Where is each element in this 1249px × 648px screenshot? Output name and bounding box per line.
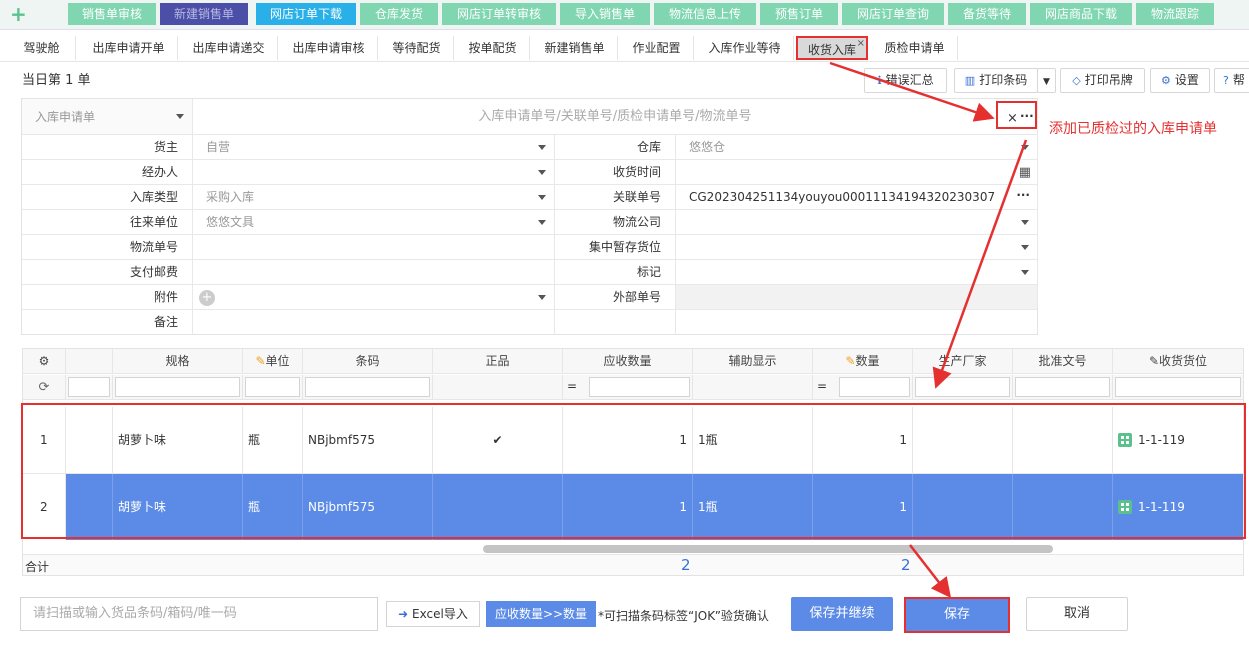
- arrow-to-rows: [932, 139, 1028, 389]
- annotation-arrows: [829, 61, 1028, 598]
- arrow-to-save: [909, 544, 952, 598]
- arrow-to-search: [829, 61, 995, 122]
